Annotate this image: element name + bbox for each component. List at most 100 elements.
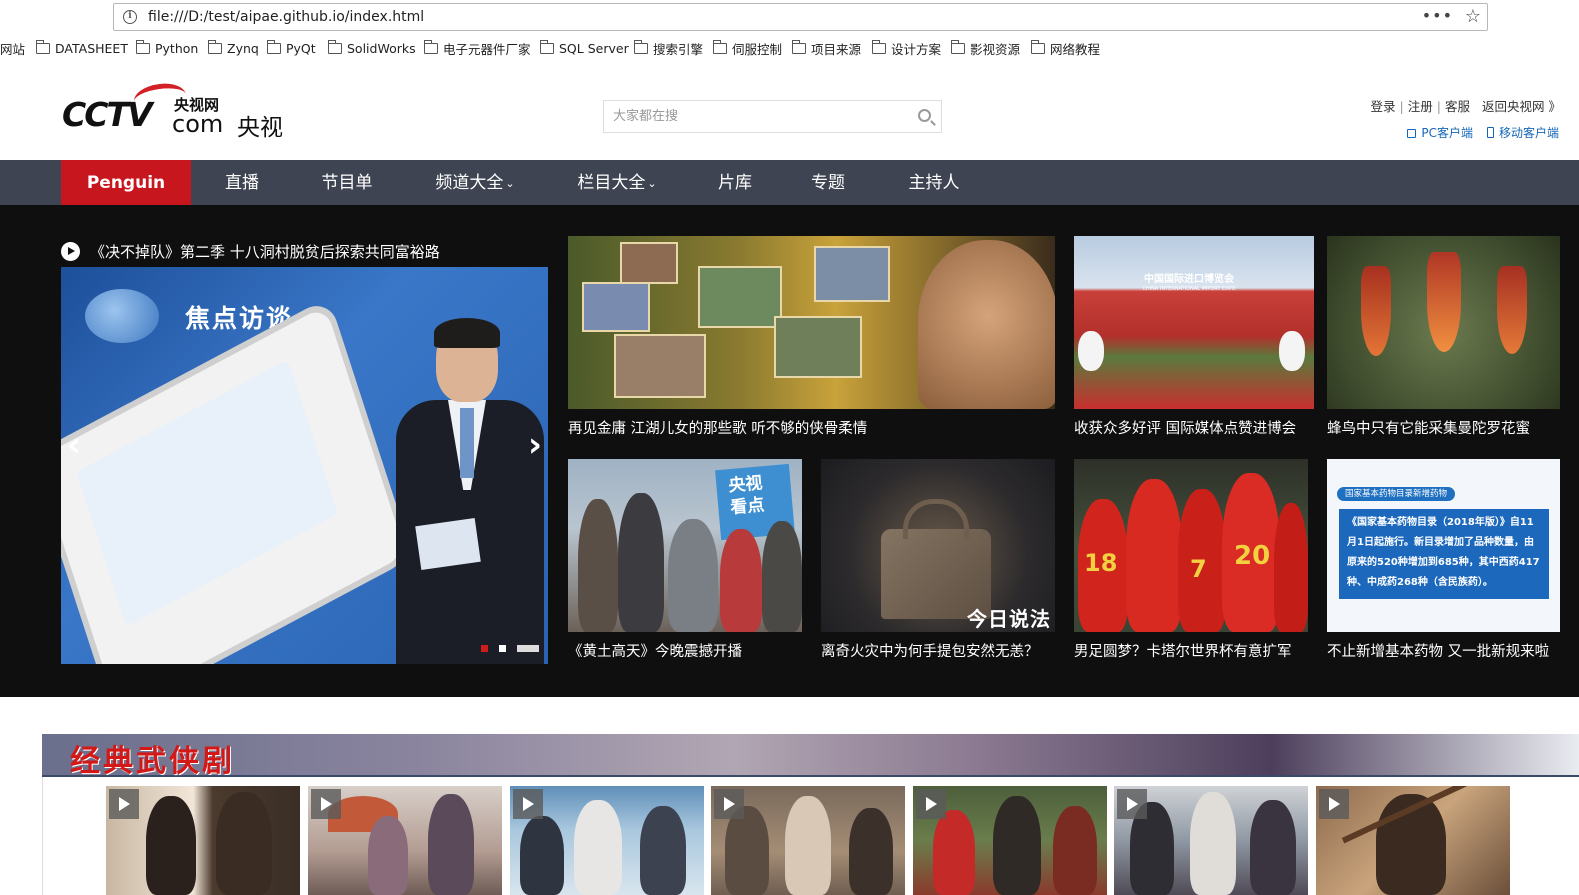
user-links: 登录 | 注册 | 客服 返回央视网 》 [1371, 96, 1561, 115]
chevron-down-icon: ⌄ [647, 177, 657, 190]
play-icon[interactable] [109, 789, 139, 819]
bookmark-folder[interactable]: 电子元器件厂家 [423, 39, 531, 57]
carousel-dot[interactable] [517, 645, 539, 652]
bookmark-folder[interactable]: 网络教程 [1030, 39, 1100, 57]
tile-caption: 《黄土高天》今晚震撼开播 [568, 644, 742, 660]
search-icon[interactable] [918, 109, 931, 122]
bookmark-folder[interactable]: 影视资源 [950, 39, 1020, 57]
bookmark-folder[interactable]: SolidWorks [327, 39, 416, 57]
news-tile[interactable]: 再见金庸 江湖儿女的那些歌 听不够的侠骨柔情 [568, 236, 1055, 446]
folder-icon [266, 39, 281, 54]
play-circle-icon [61, 242, 80, 261]
bookmark-folder[interactable]: 搜索引擎 [633, 39, 703, 57]
bookmark-item[interactable]: 网站 [0, 39, 25, 57]
drug-text: 《国家基本药物目录（2018年版）》自11月1日起施行。新目录增加了品种数量，由… [1339, 509, 1549, 599]
divider [42, 777, 43, 895]
folder-icon [791, 39, 806, 54]
folder-icon [633, 39, 648, 54]
play-icon[interactable] [513, 789, 543, 819]
phone-graphic [61, 296, 414, 664]
play-icon[interactable] [916, 789, 946, 819]
section-title: 经典武侠剧 [70, 744, 235, 779]
nav-item-library[interactable]: 片库 [700, 160, 770, 205]
drug-tag: 国家基本药物目录新增药物 [1337, 487, 1456, 501]
service-link[interactable]: 客服 [1445, 99, 1470, 114]
play-icon[interactable] [1319, 789, 1349, 819]
nav-item-schedule[interactable]: 节目单 [305, 160, 389, 205]
news-tile[interactable]: 中国国际进口博览会 CHINA INTERNATIONAL IMPORT EXP… [1074, 236, 1314, 446]
site-header: CCTV 央视网 com 央视 登录|注册|客服返回央视网 》 PC客户端 移动… [0, 58, 1579, 160]
tile-caption: 不止新增基本药物 又一批新规来啦 [1327, 644, 1550, 660]
bookmark-folder[interactable]: Zynq [207, 39, 259, 57]
drama-thumb[interactable] [1114, 786, 1308, 895]
nav-item-channels[interactable]: 频道大全 ⌄ [420, 160, 530, 205]
bookmark-folder[interactable]: 项目来源 [791, 39, 861, 57]
bookmark-folder[interactable]: DATASHEET [35, 39, 128, 57]
login-link[interactable]: 登录 [1371, 99, 1396, 114]
folder-icon [871, 39, 886, 54]
tile-caption: 离奇火灾中为何手提包安然无恙？ [821, 644, 1039, 660]
bookmark-folder[interactable]: PyQt [266, 39, 316, 57]
drama-thumb[interactable] [711, 786, 905, 895]
program-logo [85, 289, 159, 343]
address-bar[interactable]: i file:///D:/test/aipae.github.io/index.… [113, 3, 1488, 31]
drama-thumb[interactable] [510, 786, 704, 895]
headline-link[interactable]: 《决不掉队》第二季 十八洞村脱贫后探索共同富裕路 [61, 241, 440, 262]
bookmark-folder[interactable]: 伺服控制 [712, 39, 782, 57]
monitor-icon [1407, 129, 1417, 138]
url-text[interactable]: file:///D:/test/aipae.github.io/index.ht… [148, 9, 424, 25]
tile-image: 18 7 20 [1074, 459, 1308, 632]
news-tile[interactable]: 央视 看点 《黄土高天》今晚震撼开播 [568, 459, 802, 669]
play-icon[interactable] [714, 789, 744, 819]
news-tile[interactable]: 国家基本药物目录新增药物 《国家基本药物目录（2018年版）》自11月1日起施行… [1327, 459, 1579, 669]
jersey-number: 18 [1084, 549, 1118, 577]
tile-caption: 男足圆梦？卡塔尔世界杯有意扩军 [1074, 644, 1292, 660]
tile-caption: 蜂鸟中只有它能采集曼陀罗花蜜 [1327, 421, 1530, 437]
back-link[interactable]: 返回央视网 》 [1482, 99, 1561, 114]
nav-item-topics[interactable]: 专题 [793, 160, 863, 205]
info-icon[interactable]: i [123, 10, 137, 24]
news-tile[interactable]: 18 7 20 男足圆梦？卡塔尔世界杯有意扩军 [1074, 459, 1314, 669]
bookmark-star-icon[interactable]: ☆ [1465, 6, 1481, 27]
bookmark-folder[interactable]: 设计方案 [871, 39, 941, 57]
carousel-next-arrow[interactable]: › [528, 425, 542, 465]
bookmarks-bar: 网站 DATASHEET Python Zynq PyQt SolidWorks… [0, 36, 1579, 58]
mobile-client-link[interactable]: 移动客户端 [1486, 124, 1559, 141]
carousel-dot[interactable] [481, 645, 488, 652]
folder-icon [1030, 39, 1045, 54]
bookmark-folder[interactable]: Python [135, 39, 198, 57]
drama-thumb[interactable] [106, 786, 300, 895]
show-watermark: 今日说法 [967, 607, 1051, 631]
carousel[interactable]: 焦点访谈 ‹ › [61, 267, 548, 664]
register-link[interactable]: 注册 [1408, 99, 1433, 114]
folder-icon [207, 39, 222, 54]
bookmark-folder[interactable]: SQL Server [539, 39, 629, 57]
play-icon[interactable] [1117, 789, 1147, 819]
logo-com-text: com [172, 110, 224, 138]
carousel-dot[interactable] [499, 645, 506, 652]
news-tile[interactable]: 今日说法 离奇火灾中为何手提包安然无恙？ [821, 459, 1061, 669]
folder-icon [539, 39, 554, 54]
separator: | [1399, 99, 1404, 114]
tile-caption: 收获众多好评 国际媒体点赞进博会 [1074, 421, 1297, 437]
pc-client-link[interactable]: PC客户端 [1407, 124, 1473, 141]
client-links: PC客户端 移动客户端 [1407, 124, 1559, 141]
tile-image: 央视 看点 [568, 459, 802, 632]
drama-thumb[interactable] [913, 786, 1107, 895]
main-nav: Penguin 直播 节目单 频道大全 ⌄ 栏目大全 ⌄ 片库 专题 主持人 [0, 160, 1579, 205]
nav-item-live[interactable]: 直播 [205, 160, 279, 205]
drama-thumb[interactable] [308, 786, 502, 895]
nav-item-penguin[interactable]: Penguin [61, 160, 191, 205]
cctv-logo[interactable]: CCTV 央视网 com 央视 [62, 80, 292, 141]
carousel-dots [481, 645, 539, 652]
carousel-prev-arrow[interactable]: ‹ [67, 425, 81, 465]
nav-item-hosts[interactable]: 主持人 [893, 160, 975, 205]
play-icon[interactable] [311, 789, 341, 819]
nav-item-columns[interactable]: 栏目大全 ⌄ [562, 160, 672, 205]
more-actions-icon[interactable]: ••• [1422, 6, 1453, 25]
folder-icon [35, 39, 50, 54]
drama-thumb[interactable] [1316, 786, 1510, 895]
section-banner: 经典武侠剧 [42, 734, 1579, 779]
news-tile[interactable]: 蜂鸟中只有它能采集曼陀罗花蜜 [1327, 236, 1579, 446]
search-input[interactable] [604, 101, 904, 132]
